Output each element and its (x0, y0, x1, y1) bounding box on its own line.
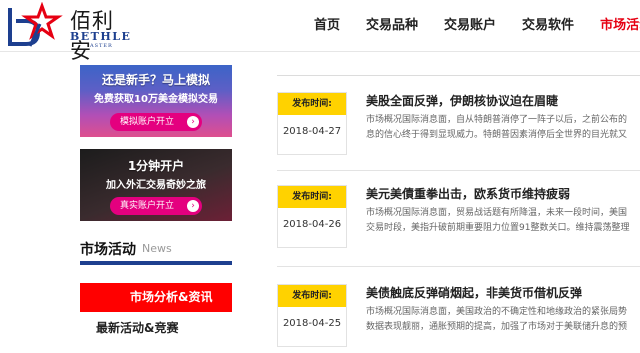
nav-item-market-activity[interactable]: 市场活动 (600, 0, 640, 52)
divider (277, 75, 640, 76)
section-title-en: News (142, 242, 172, 255)
publish-date-box: 发布时间: 2018-04-25 (277, 284, 347, 347)
publish-date: 2018-04-26 (282, 219, 342, 230)
publish-date: 2018-04-25 (282, 318, 342, 329)
open-demo-account-button[interactable]: 模拟账户开立 › (110, 113, 202, 131)
site-header: 佰利安 BETHLE ASTER 首页 交易品种 交易账户 交易软件 市场活动 (0, 0, 640, 63)
news-item[interactable]: 发布时间: 2018-04-25 美债触底反弹硝烟起，非美货币借机反弹 市场概况… (277, 284, 640, 350)
sidebar: 还是新手？马上模拟 免费获取10万美金模拟交易 模拟账户开立 › 1分钟开户 加… (80, 65, 232, 343)
news-summary: 市场概况国际消息面，贸易战话题有所降温，未来一段时间，美国 交易时段，美指升破前… (366, 206, 640, 236)
logo-emblem-icon (8, 2, 63, 47)
publish-date-box: 发布时间: 2018-04-27 (277, 92, 347, 155)
news-summary-line: 市场概况国际消息面，贸易战话题有所降温，未来一段时间，美国 (366, 208, 628, 218)
arrow-right-icon: › (187, 116, 199, 128)
publish-date-box: 发布时间: 2018-04-26 (277, 185, 347, 248)
main-nav: 首页 交易品种 交易账户 交易软件 市场活动 (300, 0, 640, 52)
banner-subline: 加入外汇交易奇妙之旅 (106, 180, 206, 191)
logo-subtitle: ASTER (90, 43, 113, 49)
side-menu-item-analysis[interactable]: 市场分析&资讯 (80, 283, 232, 312)
publish-tag: 发布时间: (278, 93, 346, 115)
news-item[interactable]: 发布时间: 2018-04-27 美股全面反弹，伊朗核协议迫在眉睫 市场概况国际… (277, 92, 640, 158)
news-summary: 市场概况国际消息面，美国政治的不确定性和地缘政治的紧张局势 数据表现靓丽，通胀预… (366, 305, 640, 335)
side-menu-item-events[interactable]: 最新活动&竞赛 (80, 314, 232, 343)
news-summary-line: 交易时段，美指升破前期重要阻力位置91整数关口。维持震荡整理 (366, 223, 630, 233)
divider (277, 170, 640, 171)
nav-item-home[interactable]: 首页 (314, 0, 340, 52)
arrow-right-icon: › (187, 200, 199, 212)
side-menu: 市场分析&资讯 最新活动&竞赛 (80, 283, 232, 343)
news-title[interactable]: 美债触底反弹硝烟起，非美货币借机反弹 (366, 284, 582, 301)
news-summary-line: 市场概况国际消息面，自从特朗普消停了一阵子以后，之前公布的 (366, 115, 628, 125)
open-live-account-button[interactable]: 真实账户开立 › (110, 197, 202, 215)
page: 佰利安 BETHLE ASTER 首页 交易品种 交易账户 交易软件 市场活动 … (0, 0, 640, 353)
publish-date: 2018-04-27 (282, 126, 342, 137)
section-title-cn: 市场活动 (80, 242, 136, 258)
button-label: 模拟账户开立 (120, 117, 175, 127)
news-summary-line: 数据表现靓丽，通胀预期的提高，加强了市场对于美联储升息的预 (366, 322, 628, 332)
news-summary: 市场概况国际消息面，自从特朗普消停了一阵子以后，之前公布的 息的信心终于得到显现… (366, 113, 640, 143)
banner-subline: 免费获取10万美金模拟交易 (94, 94, 218, 105)
live-account-banner[interactable]: 1分钟开户 加入外汇交易奇妙之旅 真实账户开立 › (80, 149, 232, 221)
divider (277, 266, 640, 267)
nav-item-software[interactable]: 交易软件 (522, 0, 574, 52)
demo-account-banner[interactable]: 还是新手？马上模拟 免费获取10万美金模拟交易 模拟账户开立 › (80, 65, 232, 137)
nav-item-products[interactable]: 交易品种 (366, 0, 418, 52)
publish-tag: 发布时间: (278, 186, 346, 208)
nav-item-accounts[interactable]: 交易账户 (444, 0, 496, 52)
news-item[interactable]: 发布时间: 2018-04-26 美元美債重拳出击，欧系货币维持疲弱 市场概况国… (277, 185, 640, 251)
news-title[interactable]: 美股全面反弹，伊朗核协议迫在眉睫 (366, 92, 558, 109)
news-summary-line: 息的信心终于得到显现威力。特朗普因素消停后全世界的目光就又 (366, 130, 628, 140)
site-logo[interactable]: 佰利安 BETHLE ASTER (4, 2, 134, 63)
news-title[interactable]: 美元美債重拳出击，欧系货币维持疲弱 (366, 185, 570, 202)
news-summary-line: 市场概况国际消息面，美国政治的不确定性和地缘政治的紧张局势 (366, 307, 628, 317)
banner-headline: 还是新手？马上模拟 (101, 73, 210, 87)
banner-headline: 1分钟开户 (127, 159, 185, 173)
publish-tag: 发布时间: (278, 285, 346, 307)
button-label: 真实账户开立 (120, 201, 175, 211)
logo-name-en: BETHLE (70, 30, 132, 43)
section-title: 市场活动 News (80, 233, 232, 265)
